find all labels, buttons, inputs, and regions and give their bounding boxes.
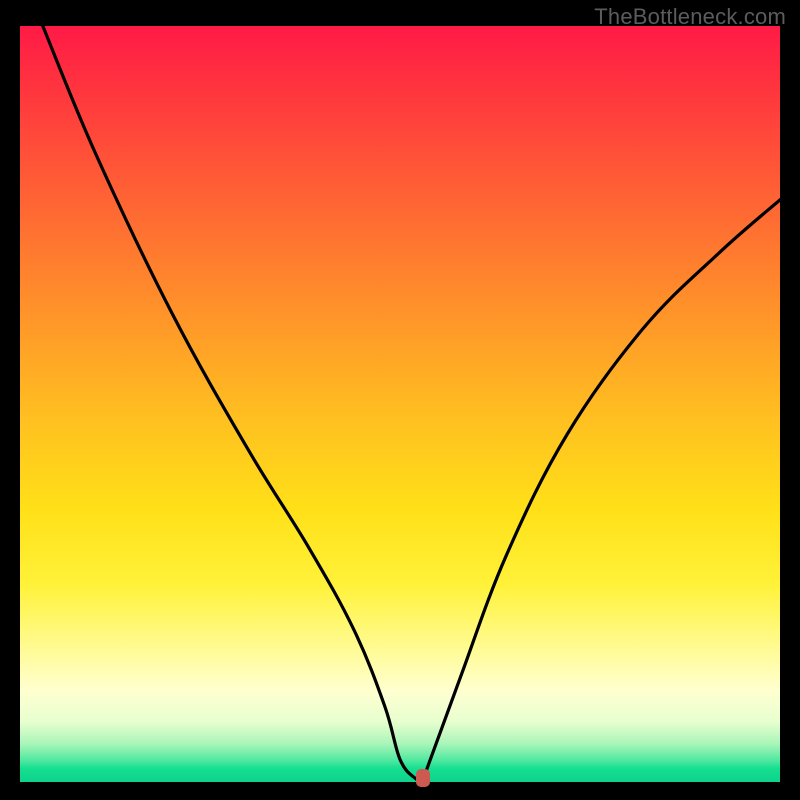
- bottleneck-curve: [43, 26, 780, 781]
- optimal-point-marker: [416, 769, 430, 787]
- curve-svg: [20, 26, 780, 782]
- watermark-text: TheBottleneck.com: [594, 4, 786, 30]
- chart-frame: TheBottleneck.com: [0, 0, 800, 800]
- plot-area: [20, 26, 780, 782]
